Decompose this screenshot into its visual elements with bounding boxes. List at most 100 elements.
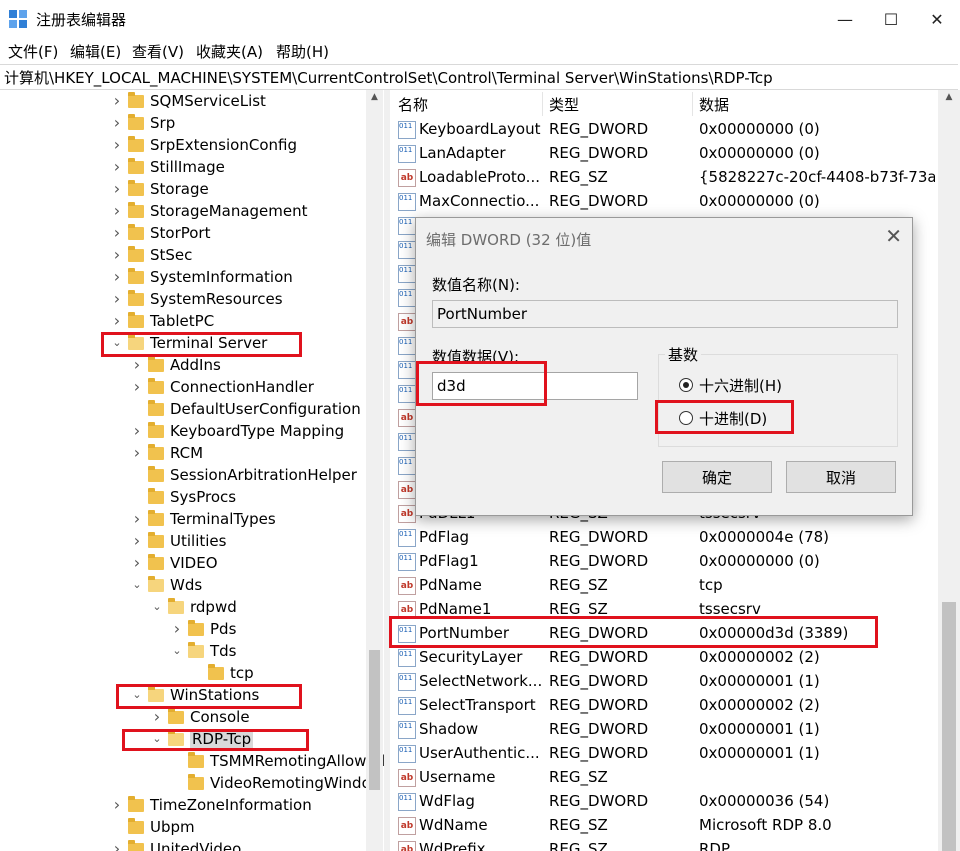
chevron-right-icon[interactable]: › [110,797,124,813]
scroll-up-arrow-icon[interactable]: ▲ [366,92,383,102]
tree-item[interactable]: › TimeZoneInformation [0,795,366,817]
close-button[interactable]: ✕ [914,0,960,38]
value-row[interactable]: ab WdPrefix REG_SZ RDP [390,838,938,851]
tree-item[interactable]: › SystemResources [0,289,366,311]
value-row[interactable]: 011 110UserAuthentic... REG_DWORD 0x000000… [390,742,938,766]
tree-item[interactable]: ⌄ Wds [0,575,366,597]
tree-item[interactable]: TSMMRemotingAllowedApps [0,751,384,773]
value-row[interactable]: 011 110SelectTransport REG_DWORD 0x0000000… [390,694,938,718]
tree-item[interactable]: ⌄ RDP-Tcp [0,729,366,751]
value-row[interactable]: 011 110SelectNetwork... REG_DWORD 0x000000… [390,670,938,694]
dialog-close-icon[interactable]: ✕ [885,224,902,248]
tree-scrollbar[interactable]: ▲ [366,90,383,851]
tree-item[interactable]: › Srp [0,113,366,135]
value-row[interactable]: 011 110KeyboardLayout REG_DWORD 0x00000000… [390,118,938,142]
tree-item[interactable]: › SystemInformation [0,267,366,289]
cancel-button[interactable]: 取消 [786,461,896,493]
chevron-right-icon[interactable]: › [110,203,124,219]
tree-item[interactable]: › StorPort [0,223,366,245]
chevron-right-icon[interactable]: › [170,621,184,637]
chevron-right-icon[interactable]: › [130,357,144,373]
chevron-down-icon[interactable]: ⌄ [150,732,164,746]
chevron-down-icon[interactable]: ⌄ [110,336,124,350]
column-header-name[interactable]: 名称 [398,94,428,115]
tree-item[interactable]: › Pds [0,619,366,641]
tree-item[interactable]: › TabletPC [0,311,366,333]
tree-item[interactable]: › TerminalTypes [0,509,366,531]
value-row[interactable]: 011 110PdFlag REG_DWORD 0x0000004e (78) [390,526,938,550]
value-data-input[interactable]: d3d [432,372,638,400]
maximize-button[interactable]: ☐ [868,0,914,38]
menu-file[interactable]: 文件(F) [8,41,58,62]
tree-item[interactable]: Ubpm [0,817,366,839]
chevron-right-icon[interactable]: › [130,423,144,439]
ok-button[interactable]: 确定 [662,461,772,493]
menu-edit[interactable]: 编辑(E) [70,41,121,62]
value-row[interactable]: ab LoadableProto... REG_SZ {5828227c-20cf-4… [390,166,938,190]
chevron-right-icon[interactable]: › [110,225,124,241]
tree-item[interactable]: › SrpExtensionConfig [0,135,366,157]
chevron-right-icon[interactable]: › [150,709,164,725]
chevron-right-icon[interactable]: › [110,137,124,153]
tree-scroll-thumb[interactable] [369,650,380,790]
menu-favorites[interactable]: 收藏夹(A) [196,41,263,62]
tree-item[interactable]: SysProcs [0,487,366,509]
tree-item[interactable]: SessionArbitrationHelper [0,465,366,487]
chevron-down-icon[interactable]: ⌄ [130,688,144,702]
address-bar[interactable]: 计算机\HKEY_LOCAL_MACHINE\SYSTEM\CurrentCon… [0,64,958,90]
tree-item[interactable]: ⌄ rdpwd [0,597,366,619]
value-row[interactable]: ab PdName REG_SZ tcp [390,574,938,598]
tree-item[interactable]: › Storage [0,179,366,201]
tree-item[interactable]: › StillImage [0,157,366,179]
list-scrollbar[interactable]: ▲ [938,90,960,851]
chevron-right-icon[interactable]: › [110,247,124,263]
chevron-right-icon[interactable]: › [110,841,124,851]
tree-item[interactable]: › ConnectionHandler [0,377,366,399]
tree-item[interactable]: › AddIns [0,355,366,377]
tree-item[interactable]: › SQMServiceList [0,91,366,113]
chevron-down-icon[interactable]: ⌄ [150,600,164,614]
minimize-button[interactable]: — [822,0,868,38]
chevron-right-icon[interactable]: › [130,533,144,549]
tree-item[interactable]: › KeyboardType Mapping [0,421,366,443]
value-row[interactable]: ab WdName REG_SZ Microsoft RDP 8.0 [390,814,938,838]
menu-help[interactable]: 帮助(H) [276,41,329,62]
tree-item[interactable]: › RCM [0,443,366,465]
chevron-right-icon[interactable]: › [110,181,124,197]
tree-item[interactable]: DefaultUserConfiguration [0,399,366,421]
tree-item[interactable]: VideoRemotingWindowNames [0,773,384,795]
hex-radio-label[interactable]: 十六进制(H) [699,375,782,396]
tree-item[interactable]: › Utilities [0,531,366,553]
chevron-right-icon[interactable]: › [110,291,124,307]
chevron-right-icon[interactable]: › [130,379,144,395]
tree-item[interactable]: tcp [0,663,366,685]
chevron-down-icon[interactable]: ⌄ [170,644,184,658]
chevron-right-icon[interactable]: › [110,269,124,285]
chevron-right-icon[interactable]: › [110,159,124,175]
chevron-right-icon[interactable]: › [110,313,124,329]
decimal-radio[interactable] [679,411,693,425]
scroll-up-arrow-icon[interactable]: ▲ [938,92,960,102]
address-path[interactable]: 计算机\HKEY_LOCAL_MACHINE\SYSTEM\CurrentCon… [4,67,773,88]
tree-item[interactable]: ⌄ WinStations [0,685,366,707]
column-header-type[interactable]: 类型 [549,94,579,115]
chevron-right-icon[interactable]: › [110,115,124,131]
key-tree[interactable]: › SQMServiceList › Srp › SrpExtensionConfig › S… [0,90,384,851]
value-row[interactable]: 011 110PdFlag1 REG_DWORD 0x00000000 (0) [390,550,938,574]
value-row[interactable]: 011 110SecurityLayer REG_DWORD 0x00000002 … [390,646,938,670]
tree-item[interactable]: ⌄ Tds [0,641,366,663]
value-row[interactable]: ab PdName1 REG_SZ tssecsrv [390,598,938,622]
value-row[interactable]: 011 110MaxConnectio... REG_DWORD 0x0000000… [390,190,938,214]
value-row[interactable]: 011 110LanAdapter REG_DWORD 0x00000000 (0) [390,142,938,166]
value-row[interactable]: 011 110Shadow REG_DWORD 0x00000001 (1) [390,718,938,742]
value-row[interactable]: 011 110PortNumber REG_DWORD 0x00000d3d (33… [390,622,938,646]
value-row[interactable]: 011 110WdFlag REG_DWORD 0x00000036 (54) [390,790,938,814]
tree-item[interactable]: ⌄ Terminal Server [0,333,366,355]
tree-item[interactable]: › Console [0,707,366,729]
chevron-right-icon[interactable]: › [130,445,144,461]
menu-view[interactable]: 查看(V) [132,41,184,62]
value-row[interactable]: ab Username REG_SZ [390,766,938,790]
hex-radio[interactable] [679,378,693,392]
tree-item[interactable]: › StorageManagement [0,201,366,223]
chevron-down-icon[interactable]: ⌄ [130,578,144,592]
